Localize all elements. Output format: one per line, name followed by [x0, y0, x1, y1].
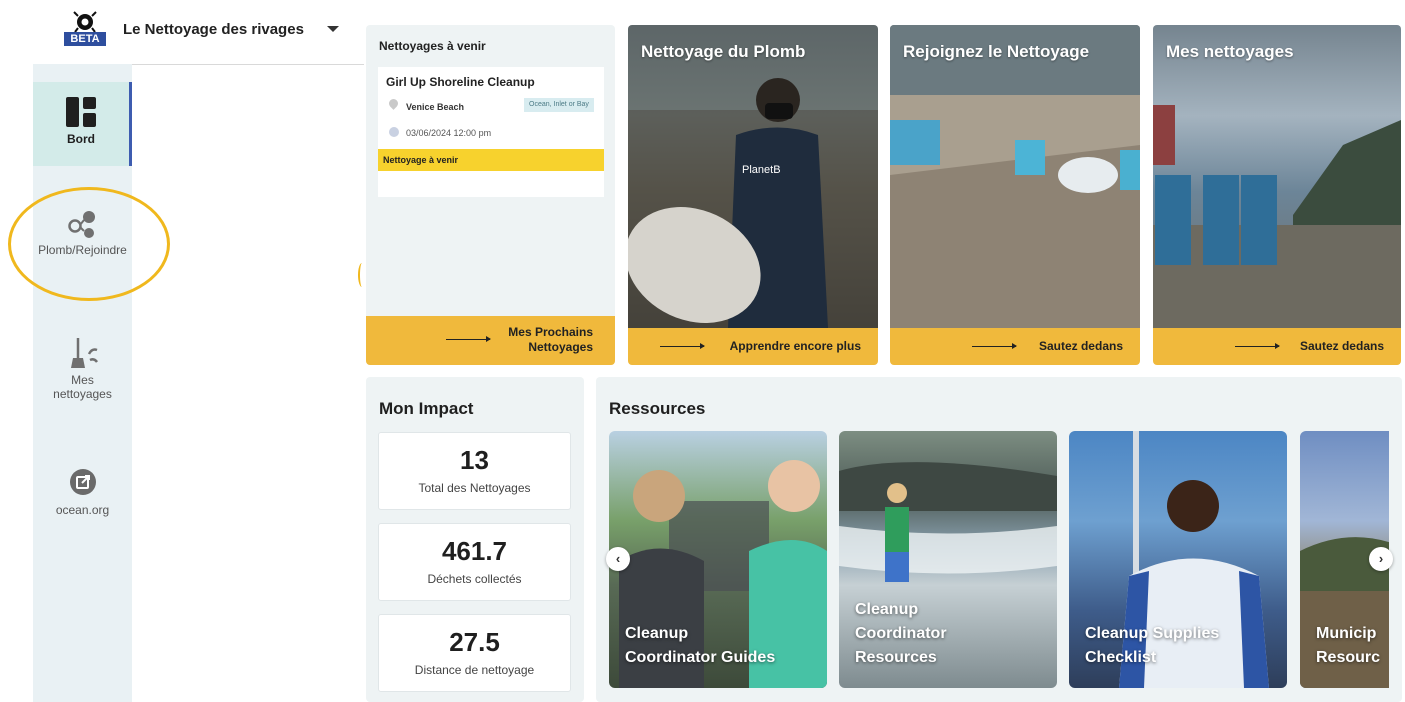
card-title: Mes nettoyages — [1166, 42, 1294, 61]
highlight-annotation — [8, 187, 170, 301]
tile-label: Cleanup Supplies Checklist — [1085, 622, 1219, 670]
sidebar-item-ocean-org[interactable]: ocean.org — [33, 464, 132, 534]
card-footer-button[interactable]: Sautez dedans — [890, 328, 1140, 365]
carousel-next-button[interactable]: › — [1369, 547, 1393, 571]
resource-tile-supplies-checklist[interactable]: Cleanup Supplies Checklist — [1069, 431, 1287, 688]
logo-icon — [73, 11, 97, 33]
event-datetime: 03/06/2024 12:00 pm — [406, 128, 492, 138]
card-cta: Sautez dedans — [1299, 339, 1384, 353]
tile-label-line2: Checklist — [1085, 649, 1157, 666]
event-card[interactable]: Girl Up Shoreline Cleanup Venice Beach O… — [378, 67, 604, 197]
resources-panel: Ressources Cleanup Coordinator Guides Cl… — [596, 377, 1402, 702]
event-location: Venice Beach — [406, 102, 465, 112]
tile-label-line1: Municip — [1316, 625, 1377, 642]
carousel-prev-button[interactable]: ‹ — [606, 547, 630, 571]
app-logo[interactable]: BETA — [64, 10, 108, 48]
trash-bins-coast-photo — [1153, 25, 1401, 328]
stat-value: 461.7 — [441, 536, 508, 566]
svg-text:PlanetB: PlanetB — [742, 164, 781, 176]
dashboard-icon — [66, 97, 96, 127]
footer-label: Mes Prochains Nettoyages — [493, 325, 593, 355]
arrow-right-icon — [1235, 343, 1280, 349]
stat-value: 13 — [460, 445, 489, 475]
impact-panel: Mon Impact 13 Total des Nettoyages 461.7… — [366, 377, 584, 702]
stat-label: Total des Nettoyages — [418, 481, 531, 495]
arrow-right-icon — [660, 343, 705, 349]
photo-illustration — [890, 25, 1140, 328]
card-footer-button[interactable]: Apprendre encore plus — [628, 328, 878, 365]
join-cleanup-card[interactable]: Rejoignez le Nettoyage Sautez dedans — [890, 25, 1140, 365]
tile-label-line2: Coordinator — [855, 625, 947, 642]
environment-tag: Ocean, Inlet or Bay — [524, 98, 594, 112]
resources-title: Ressources — [609, 399, 706, 418]
sidebar-item-bord[interactable]: Bord — [33, 82, 132, 166]
stat-value: 27.5 — [449, 627, 500, 657]
external-link-icon — [69, 469, 96, 495]
org-name[interactable]: Le Nettoyage des rivages — [123, 21, 304, 38]
tile-label-line1: Cleanup Supplies — [1085, 625, 1220, 642]
tile-label: Municip Resourc — [1316, 622, 1380, 670]
event-status: Nettoyage à venir — [378, 149, 604, 171]
sidebar-item-mes-nettoyages[interactable]: Mes nettoyages — [33, 332, 132, 422]
resources-carousel: Cleanup Coordinator Guides Cleanup Coord… — [609, 431, 1389, 688]
lead-cleanup-card[interactable]: PlanetB Nettoyage du Plomb Apprendre enc… — [628, 25, 878, 365]
stat-total-cleanups: 13 Total des Nettoyages — [378, 432, 571, 510]
tile-label-line3: Resources — [855, 649, 937, 666]
card-title: Nettoyages à venir — [379, 39, 486, 53]
arrow-right-icon — [972, 343, 1017, 349]
stat-waste-collected: 461.7 Déchets collectés — [378, 523, 571, 601]
stat-cleanup-distance: 27.5 Distance de nettoyage — [378, 614, 571, 692]
resource-tile-coordinator-guides[interactable]: Cleanup Coordinator Guides — [609, 431, 827, 688]
card-cta: Apprendre encore plus — [729, 339, 861, 353]
photo-illustration — [1153, 105, 1401, 328]
tile-label-line1: Cleanup — [855, 601, 919, 618]
tile-label-line1: Cleanup — [625, 625, 689, 642]
tile-label-line2: Coordinator Guides — [625, 649, 776, 666]
resource-tile-coordinator-resources[interactable]: Cleanup Coordinator Resources — [839, 431, 1057, 688]
sidebar: Bord Plomb/Rejoindre Mes nettoyages ocea… — [33, 64, 132, 702]
app-root: BETA Le Nettoyage des rivages Bord Plomb… — [0, 0, 1405, 702]
impact-title: Mon Impact — [379, 399, 474, 418]
upcoming-cleanups-card: Nettoyages à venir Girl Up Shoreline Cle… — [366, 25, 615, 365]
cleanup-volunteer-photo: PlanetB — [628, 25, 878, 328]
footer-label-line2: Nettoyages — [528, 340, 593, 354]
my-cleanups-card[interactable]: Mes nettoyages Sautez dedans — [1153, 25, 1401, 365]
card-title: Nettoyage du Plomb — [641, 42, 806, 61]
card-title: Rejoignez le Nettoyage — [903, 42, 1090, 61]
upcoming-footer-button[interactable]: Mes Prochains Nettoyages — [366, 316, 615, 365]
clock-icon — [389, 127, 399, 137]
stat-label: Distance de nettoyage — [414, 663, 535, 677]
chevron-down-icon[interactable] — [327, 26, 339, 32]
stat-label: Déchets collectés — [427, 572, 522, 586]
sidebar-item-label: Mes nettoyages — [53, 373, 112, 401]
arrow-right-icon — [446, 336, 491, 342]
sidebar-item-label: ocean.org — [55, 503, 110, 517]
card-cta: Sautez dedans — [1038, 339, 1123, 353]
footer-label-line1: Mes Prochains — [508, 325, 593, 339]
location-pin-icon — [387, 97, 400, 110]
header-divider — [132, 64, 364, 65]
beach-volunteers-photo — [890, 25, 1140, 328]
tile-label: Cleanup Coordinator Guides — [625, 622, 775, 670]
sidebar-item-label: Bord — [67, 132, 95, 146]
beta-badge: BETA — [64, 32, 106, 46]
annotation-mark — [358, 263, 366, 287]
broom-icon — [70, 338, 98, 368]
tile-label-line2: Resourc — [1316, 649, 1381, 666]
photo-illustration: PlanetB — [628, 78, 878, 328]
tile-label: Cleanup Coordinator Resources — [855, 598, 947, 670]
event-name: Girl Up Shoreline Cleanup — [386, 75, 535, 89]
card-footer-button[interactable]: Sautez dedans — [1153, 328, 1401, 365]
